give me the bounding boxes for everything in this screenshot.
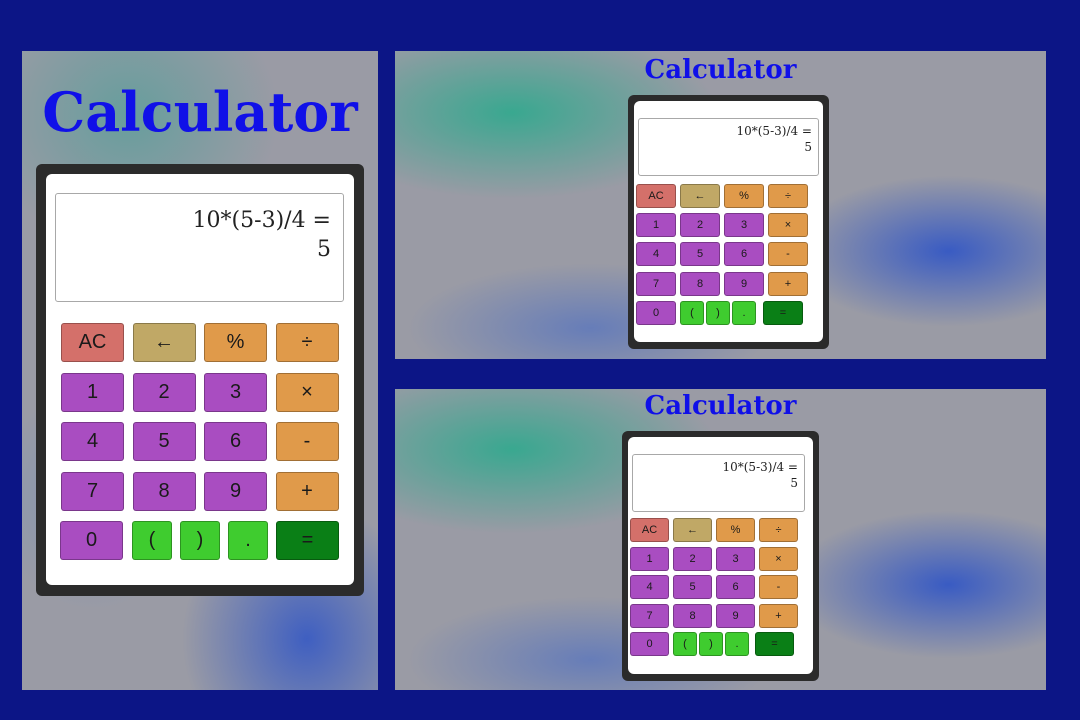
percent-button[interactable]: % bbox=[204, 323, 267, 362]
digit-2-button[interactable]: 2 bbox=[132, 372, 196, 412]
divide-button[interactable]: ÷ bbox=[275, 323, 339, 362]
backspace-button[interactable]: ← bbox=[680, 184, 720, 208]
digit-8-button[interactable]: 8 bbox=[132, 471, 196, 511]
close-paren-button[interactable]: ) bbox=[706, 300, 730, 325]
close-paren-button[interactable]: ) bbox=[180, 521, 220, 560]
open-paren-button[interactable]: ( bbox=[680, 300, 704, 325]
backspace-button[interactable]: ← bbox=[673, 518, 712, 542]
digit-8-button[interactable]: 8 bbox=[673, 603, 712, 628]
digit-4-button[interactable]: 4 bbox=[630, 575, 669, 600]
percent-button[interactable]: % bbox=[716, 518, 755, 542]
subtract-button[interactable]: - bbox=[759, 575, 798, 600]
digit-7-button[interactable]: 7 bbox=[61, 471, 124, 511]
digit-1-button[interactable]: 1 bbox=[61, 372, 124, 412]
calculator-face: 10*(5-3)/4 = 5 AC ←% ÷ 1 2 3 × 4 5 6-7 8 9 +0(). = bbox=[634, 101, 823, 342]
digit-7-button[interactable]: 7 bbox=[636, 271, 676, 296]
digit-0-button[interactable]: 0 bbox=[630, 632, 669, 657]
digit-0-button[interactable]: 0 bbox=[60, 521, 123, 560]
display-screen: 10*(5-3)/4 = 5 bbox=[638, 118, 819, 176]
digit-6-button[interactable]: 6 bbox=[204, 422, 267, 461]
calculator-body: 10*(5-3)/4 = 5 AC ←% ÷ 1 2 3 × 4 5 6-7 8 9 +0(). = bbox=[36, 164, 364, 596]
divide-button[interactable]: ÷ bbox=[768, 184, 808, 208]
add-button[interactable]: + bbox=[768, 271, 808, 296]
digit-2-button[interactable]: 2 bbox=[680, 213, 720, 238]
digit-5-button[interactable]: 5 bbox=[132, 422, 196, 461]
calculator-face: 10*(5-3)/4 = 5 AC ←% ÷ 1 2 3 × 4 5 6-7 8 9 +0(). = bbox=[46, 174, 354, 585]
decimal-button[interactable]: . bbox=[732, 300, 756, 325]
display-screen: 10*(5-3)/4 = 5 bbox=[632, 454, 805, 512]
equals-button[interactable]: = bbox=[763, 300, 803, 325]
digit-9-button[interactable]: 9 bbox=[204, 471, 267, 511]
add-button[interactable]: + bbox=[275, 471, 339, 511]
multiply-button[interactable]: × bbox=[768, 213, 808, 238]
digit-2-button[interactable]: 2 bbox=[673, 546, 712, 571]
equals-button[interactable]: = bbox=[276, 521, 339, 560]
display-expression: 10*(5-3)/4 = bbox=[722, 460, 798, 474]
open-paren-button[interactable]: ( bbox=[673, 632, 697, 657]
clear-button[interactable]: AC bbox=[61, 323, 124, 362]
clear-button[interactable]: AC bbox=[636, 184, 676, 208]
display-screen: 10*(5-3)/4 = 5 bbox=[55, 193, 344, 302]
digit-3-button[interactable]: 3 bbox=[724, 213, 764, 238]
display-expression: 10*(5-3)/4 = bbox=[192, 208, 331, 233]
calculator-body: 10*(5-3)/4 = 5 AC ←% ÷ 1 2 3 × 4 5 6-7 8 9 +0(). = bbox=[622, 431, 819, 681]
add-button[interactable]: + bbox=[759, 603, 798, 628]
digit-6-button[interactable]: 6 bbox=[716, 575, 755, 600]
digit-7-button[interactable]: 7 bbox=[630, 603, 669, 628]
calculator-view-large: Calculator 10*(5-3)/4 = 5 AC ←% ÷ 1 2 3 × 4 5 6-7… bbox=[22, 51, 378, 690]
backspace-button[interactable]: ← bbox=[132, 323, 196, 362]
display-expression: 10*(5-3)/4 = bbox=[736, 124, 812, 138]
calculator-face: 10*(5-3)/4 = 5 AC ←% ÷ 1 2 3 × 4 5 6-7 8 9 +0(). = bbox=[628, 437, 813, 674]
open-paren-button[interactable]: ( bbox=[132, 521, 172, 560]
multiply-button[interactable]: × bbox=[759, 546, 798, 571]
calculator-view-small: Calculator 10*(5-3)/4 = 5 AC ←% ÷ 1 2 3 × 4 5 6-7… bbox=[395, 389, 1046, 690]
display-result: 5 bbox=[317, 237, 331, 262]
digit-3-button[interactable]: 3 bbox=[204, 372, 267, 412]
decimal-button[interactable]: . bbox=[725, 632, 749, 657]
digit-9-button[interactable]: 9 bbox=[716, 603, 755, 628]
subtract-button[interactable]: - bbox=[275, 422, 339, 461]
display-result: 5 bbox=[790, 476, 798, 490]
digit-4-button[interactable]: 4 bbox=[61, 422, 124, 461]
decimal-button[interactable]: . bbox=[228, 521, 268, 560]
multiply-button[interactable]: × bbox=[275, 372, 339, 412]
app-title: Calculator bbox=[644, 55, 797, 85]
digit-5-button[interactable]: 5 bbox=[673, 575, 712, 600]
close-paren-button[interactable]: ) bbox=[699, 632, 723, 657]
digit-6-button[interactable]: 6 bbox=[724, 242, 764, 267]
digit-1-button[interactable]: 1 bbox=[636, 213, 676, 238]
digit-8-button[interactable]: 8 bbox=[680, 271, 720, 296]
digit-5-button[interactable]: 5 bbox=[680, 242, 720, 267]
calculator-view-medium: Calculator 10*(5-3)/4 = 5 AC ←% ÷ 1 2 3 × 4 5 6-7… bbox=[395, 51, 1046, 359]
display-result: 5 bbox=[804, 140, 812, 154]
calculator-body: 10*(5-3)/4 = 5 AC ←% ÷ 1 2 3 × 4 5 6-7 8 9 +0(). = bbox=[628, 95, 829, 349]
digit-9-button[interactable]: 9 bbox=[724, 271, 764, 296]
app-title: Calculator bbox=[42, 80, 358, 144]
percent-button[interactable]: % bbox=[724, 184, 764, 208]
digit-1-button[interactable]: 1 bbox=[630, 546, 669, 571]
equals-button[interactable]: = bbox=[755, 632, 794, 657]
digit-0-button[interactable]: 0 bbox=[636, 300, 676, 325]
app-title: Calculator bbox=[644, 391, 797, 421]
subtract-button[interactable]: - bbox=[768, 242, 808, 267]
clear-button[interactable]: AC bbox=[630, 518, 669, 542]
digit-4-button[interactable]: 4 bbox=[636, 242, 676, 267]
divide-button[interactable]: ÷ bbox=[759, 518, 798, 542]
digit-3-button[interactable]: 3 bbox=[716, 546, 755, 571]
